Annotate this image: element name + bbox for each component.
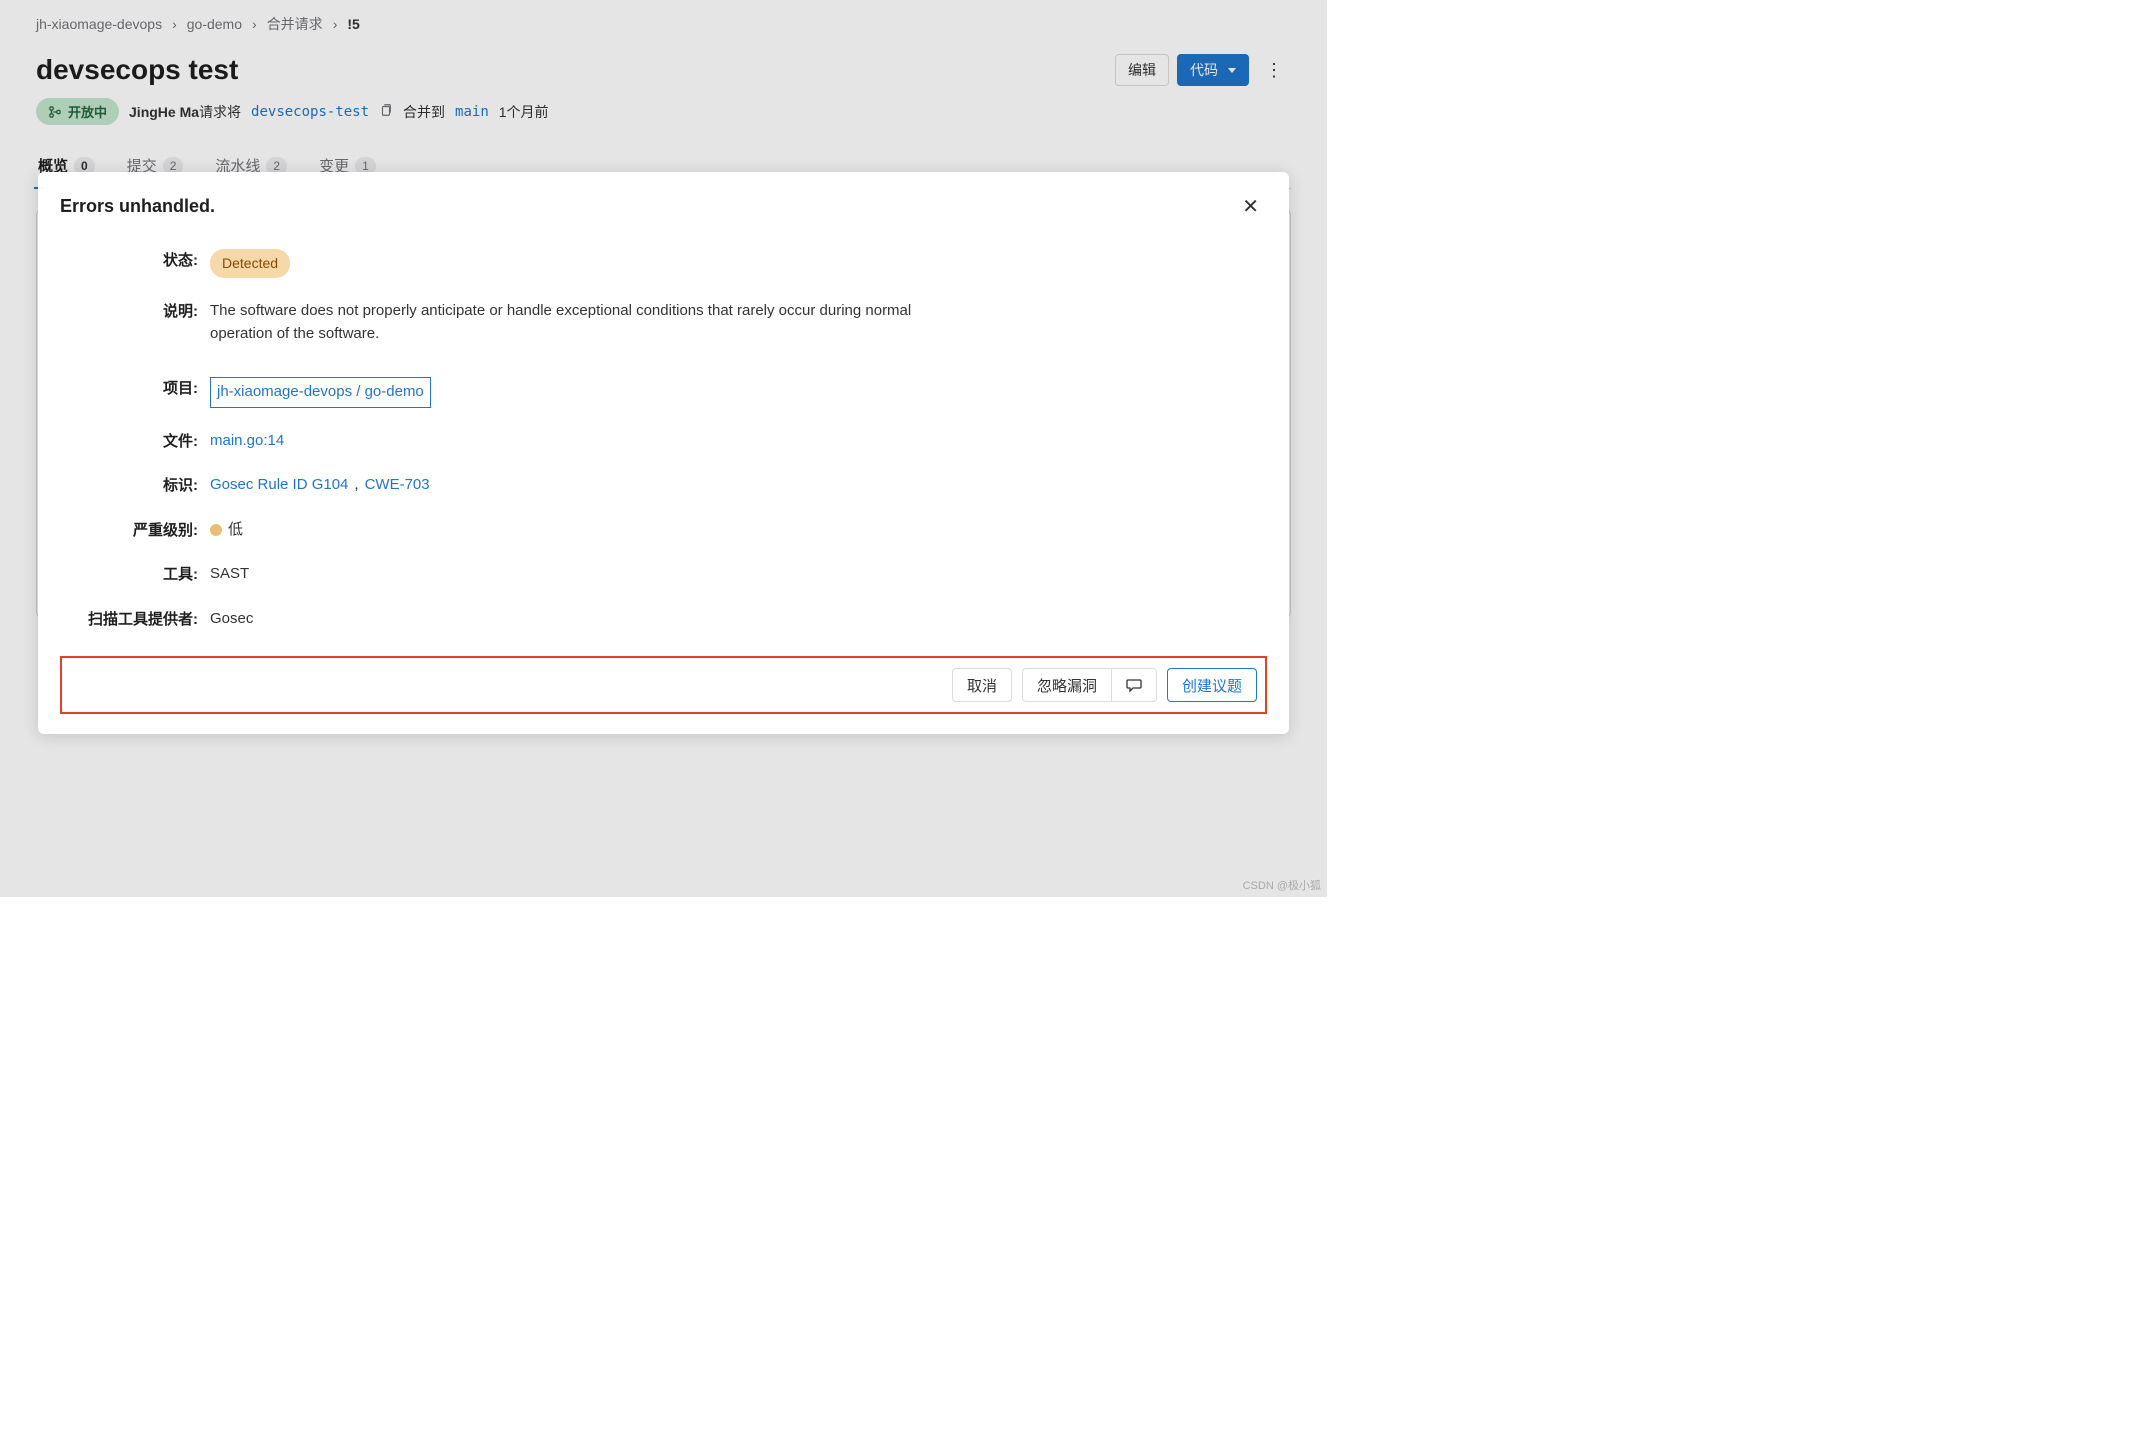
breadcrumb-active: !5 — [347, 16, 359, 32]
comment-button[interactable] — [1112, 668, 1157, 702]
code-dropdown-button[interactable]: 代码 — [1177, 54, 1249, 86]
label-status: 状态: — [60, 249, 210, 270]
identifier-link-2[interactable]: CWE-703 — [365, 474, 430, 497]
page-title: devsecops test — [36, 54, 238, 86]
breadcrumb-item[interactable]: go-demo — [187, 16, 242, 32]
target-branch[interactable]: main — [455, 104, 489, 120]
breadcrumb-item[interactable]: 合并请求 — [267, 14, 323, 34]
file-link[interactable]: main.go:14 — [210, 430, 284, 453]
project-link[interactable]: jh-xiaomage-devops / go-demo — [210, 377, 431, 408]
cancel-button[interactable]: 取消 — [952, 668, 1012, 702]
close-button[interactable]: ✕ — [1234, 190, 1267, 223]
author-name[interactable]: JingHe Ma — [129, 104, 199, 120]
label-description: 说明: — [60, 300, 210, 321]
breadcrumb: jh-xiaomage-devops › go-demo › 合并请求 › !5 — [36, 12, 1291, 42]
more-actions-button[interactable]: ⋮ — [1257, 56, 1291, 85]
ignore-vulnerability-button[interactable]: 忽略漏洞 — [1022, 668, 1112, 702]
description-text: The software does not properly anticipat… — [210, 300, 930, 345]
severity-dot-icon — [210, 524, 222, 536]
breadcrumb-separator: › — [252, 16, 257, 32]
watermark: CSDN @极小狐 — [1243, 877, 1321, 893]
merge-icon — [48, 105, 62, 119]
scanner-provider-text: Gosec — [210, 608, 253, 631]
severity-text: 低 — [228, 519, 243, 542]
code-button-label: 代码 — [1190, 60, 1218, 80]
identifier-link-1[interactable]: Gosec Rule ID G104 — [210, 474, 348, 497]
time-ago: 1个月前 — [499, 102, 549, 122]
merge-to-text: 合并到 — [403, 102, 445, 122]
label-project: 项目: — [60, 377, 210, 398]
request-text: 请求将 — [199, 104, 241, 120]
open-badge-label: 开放中 — [68, 102, 107, 121]
vulnerability-modal: Errors unhandled. ✕ 状态: Detected 说明: The… — [38, 172, 1289, 734]
label-tool: 工具: — [60, 563, 210, 584]
label-scanner-provider: 扫描工具提供者: — [60, 608, 210, 629]
identifier-separator: , — [354, 474, 358, 497]
copy-icon[interactable] — [379, 103, 393, 120]
label-file: 文件: — [60, 430, 210, 451]
label-identifier: 标识: — [60, 474, 210, 495]
breadcrumb-separator: › — [172, 16, 177, 32]
edit-button[interactable]: 编辑 — [1115, 54, 1169, 86]
breadcrumb-item[interactable]: jh-xiaomage-devops — [36, 16, 162, 32]
create-issue-button[interactable]: 创建议题 — [1167, 668, 1257, 702]
kebab-icon: ⋮ — [1265, 60, 1283, 80]
status-badge-open: 开放中 — [36, 98, 119, 125]
modal-footer: 取消 忽略漏洞 创建议题 — [60, 656, 1267, 714]
comment-icon — [1126, 677, 1142, 693]
breadcrumb-separator: › — [333, 16, 338, 32]
status-badge: Detected — [210, 249, 290, 278]
tool-text: SAST — [210, 563, 249, 586]
close-icon: ✕ — [1242, 196, 1259, 218]
label-severity: 严重级别: — [60, 519, 210, 540]
source-branch[interactable]: devsecops-test — [251, 104, 369, 120]
modal-title: Errors unhandled. — [60, 196, 215, 217]
